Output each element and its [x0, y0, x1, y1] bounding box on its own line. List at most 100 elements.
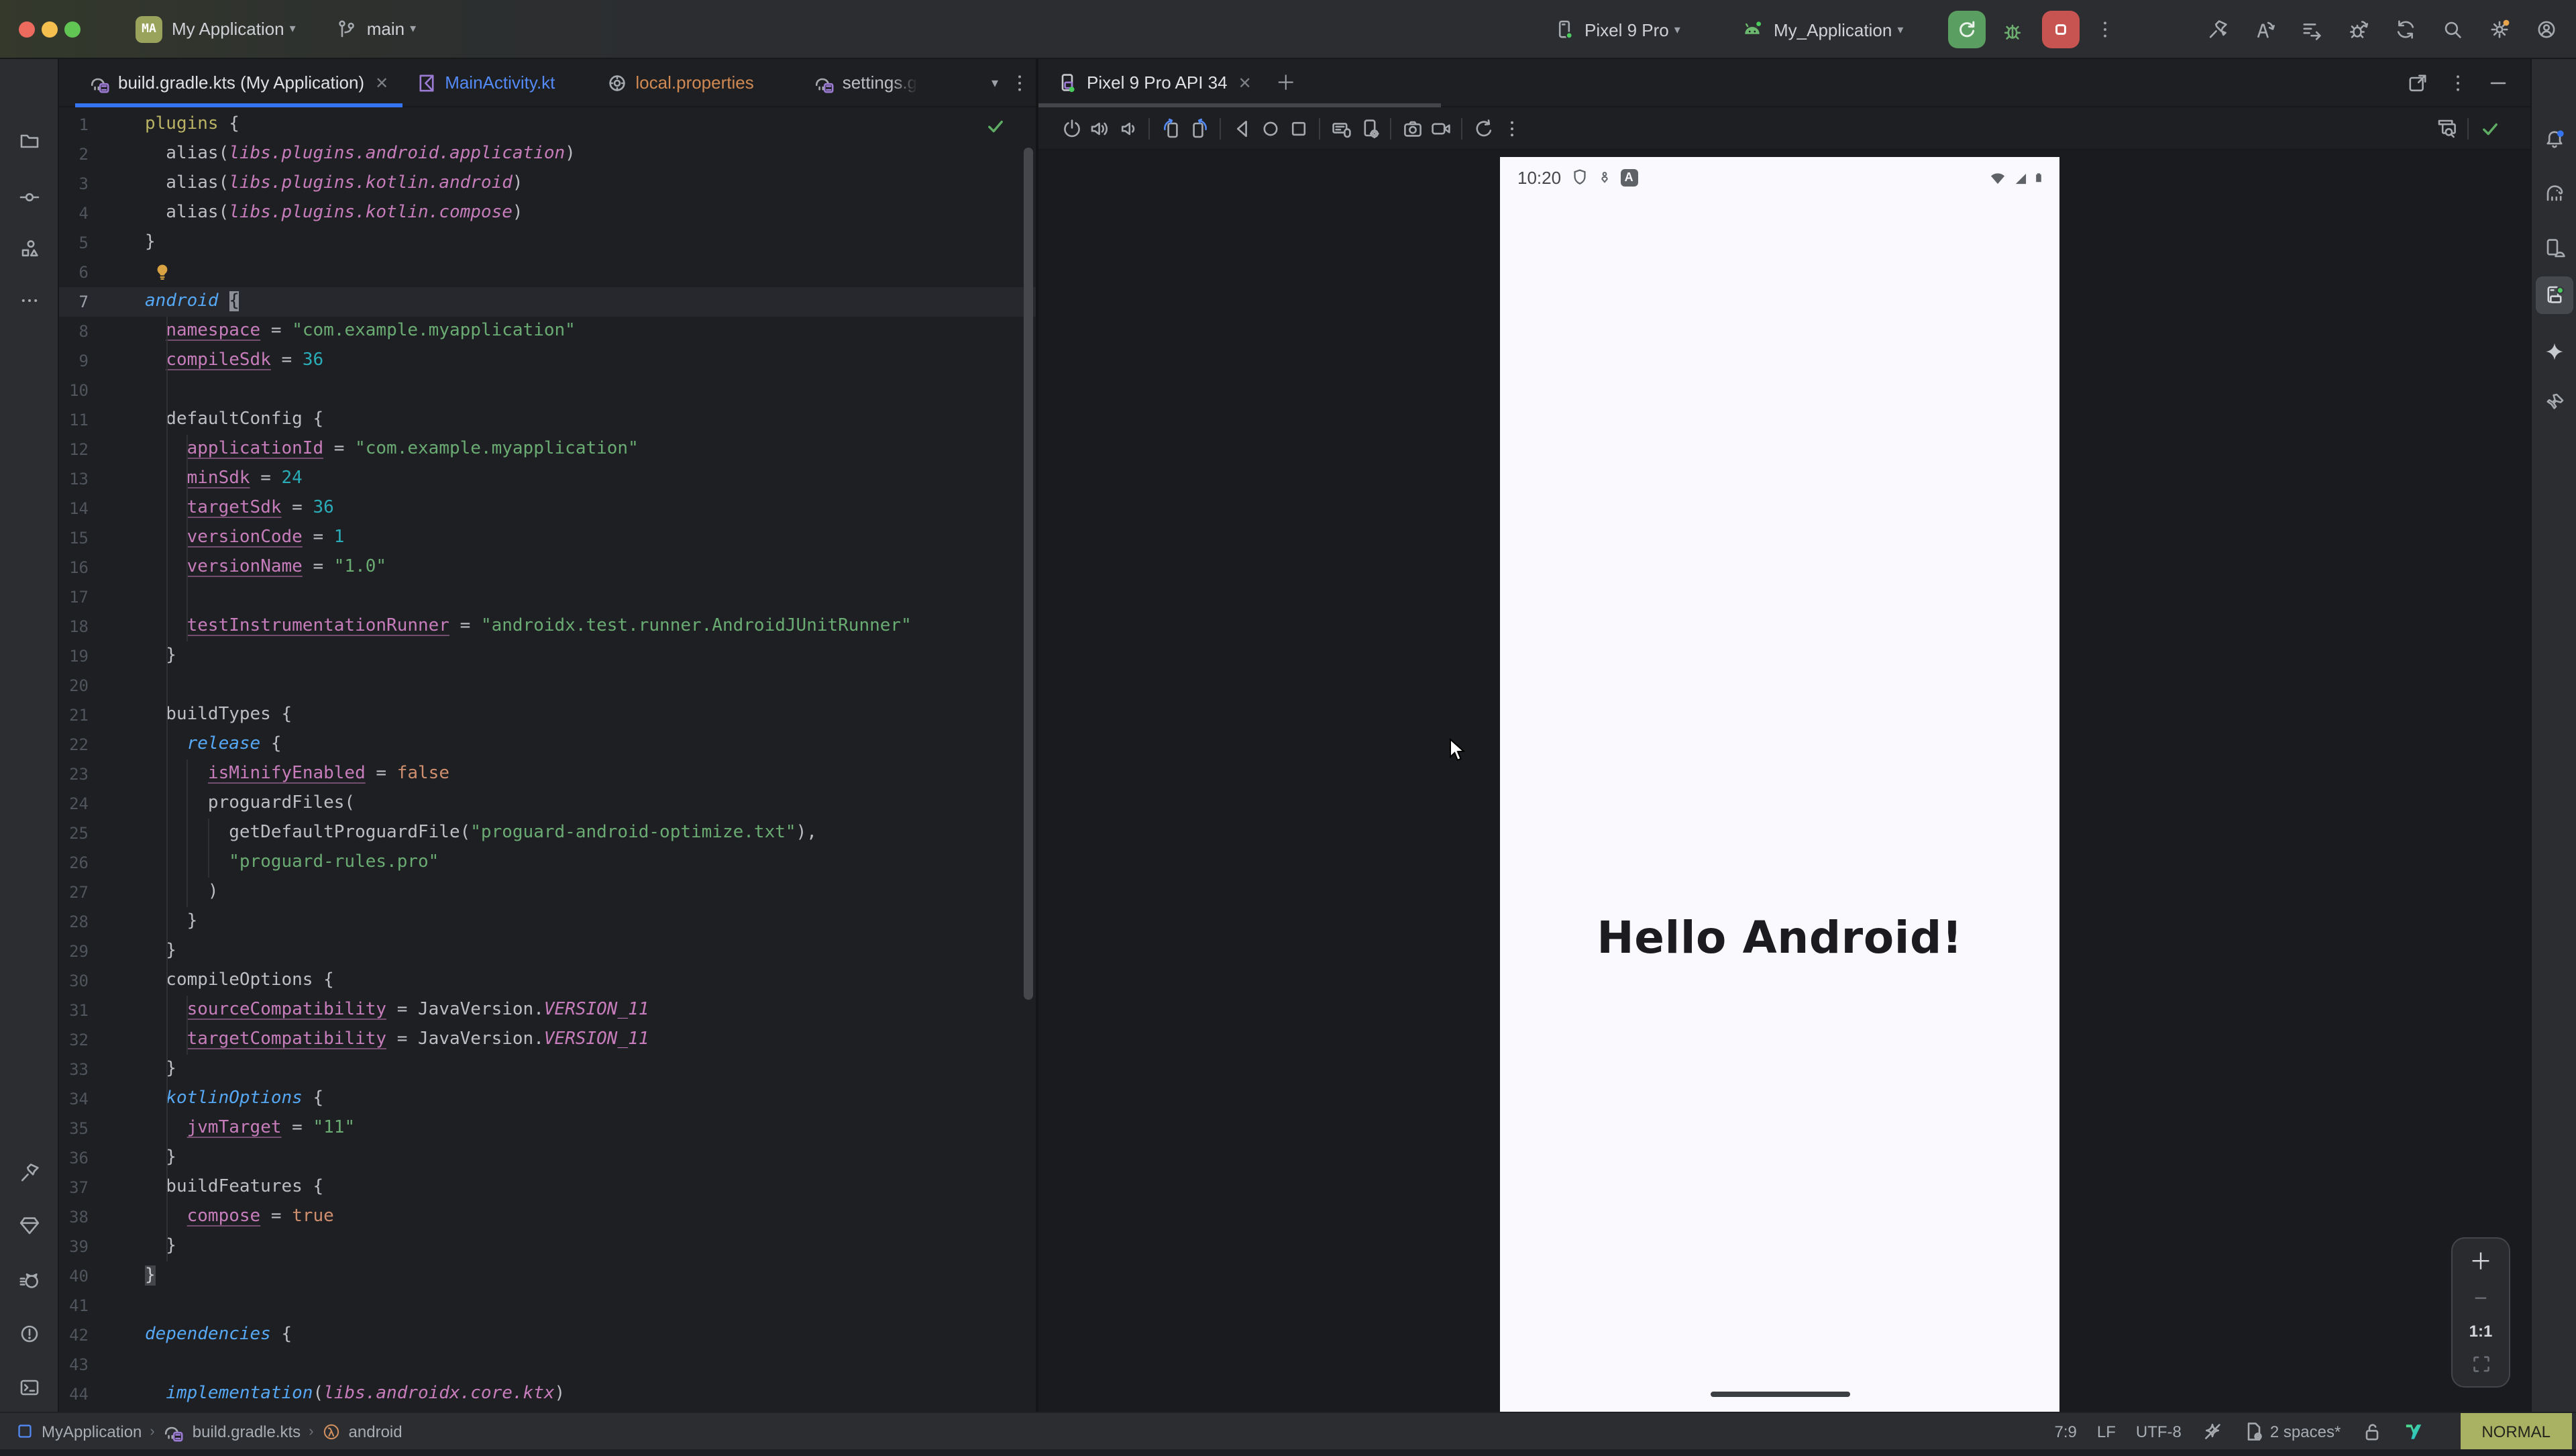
build-icon[interactable] [14, 1158, 44, 1188]
line-number[interactable]: 23 [59, 760, 89, 789]
close-window-button[interactable] [19, 21, 35, 37]
line-number[interactable]: 8 [59, 317, 89, 346]
open-in-new-window-icon[interactable] [2407, 72, 2428, 93]
unlocked-icon[interactable] [2361, 1420, 2382, 1442]
screenshot-icon[interactable] [1398, 113, 1426, 143]
line-number[interactable]: 12 [59, 435, 89, 464]
line-ending-widget[interactable]: LF [2097, 1422, 2116, 1441]
code-line[interactable]: 26 "proguard-rules.pro" [59, 848, 1036, 878]
device-screen[interactable]: 10:20 A Hello Android! [1500, 157, 2059, 1412]
line-number[interactable]: 24 [59, 789, 89, 819]
line-number[interactable]: 1 [59, 110, 89, 140]
line-number[interactable]: 36 [59, 1143, 89, 1173]
code-line[interactable]: 27 ) [59, 878, 1036, 907]
editor-scrollbar[interactable] [1024, 148, 1033, 1000]
line-number[interactable]: 30 [59, 966, 89, 996]
tab-settings-gradle[interactable]: settings.g [800, 59, 930, 106]
hide-panel-icon[interactable] [2487, 72, 2509, 93]
commit-icon[interactable] [14, 183, 44, 212]
device-selector[interactable]: Pixel 9 Pro ▾ [1554, 0, 1680, 59]
code-line[interactable]: 15 versionCode = 1 [59, 523, 1036, 553]
tab-build-gradle-kts[interactable]: build.gradle.kts (My Application) ✕ [75, 59, 402, 106]
logcat-icon[interactable] [14, 1265, 44, 1295]
code-editor[interactable]: 1plugins {2 alias(libs.plugins.android.a… [59, 107, 1036, 1412]
code-line[interactable]: 20 [59, 671, 1036, 700]
vim-mode-badge[interactable]: NORMAL [2460, 1413, 2572, 1449]
line-number[interactable]: 16 [59, 553, 89, 582]
code-line[interactable]: 11 defaultConfig { [59, 405, 1036, 435]
code-line[interactable]: 34 kotlinOptions { [59, 1084, 1036, 1114]
line-number[interactable]: 33 [59, 1055, 89, 1084]
encoding-widget[interactable]: UTF-8 [2136, 1422, 2182, 1441]
line-number[interactable]: 20 [59, 671, 89, 700]
show-hidden-tabs-icon[interactable]: ▾ [991, 76, 998, 91]
intention-bulb-icon[interactable] [153, 262, 172, 283]
line-number[interactable]: 4 [59, 199, 89, 228]
line-number[interactable]: 32 [59, 1025, 89, 1055]
code-line[interactable]: 33 } [59, 1055, 1036, 1084]
debug-button[interactable] [1999, 17, 2026, 44]
line-number[interactable]: 13 [59, 464, 89, 494]
run-configuration-selector[interactable]: My_Application ▾ [1740, 0, 1903, 59]
line-number[interactable]: 41 [59, 1291, 89, 1320]
line-number[interactable]: 5 [59, 228, 89, 258]
line-number[interactable]: 2 [59, 140, 89, 169]
code-line[interactable]: 35 jvmTarget = "11" [59, 1114, 1036, 1143]
code-line[interactable]: 30 compileOptions { [59, 966, 1036, 996]
code-line[interactable]: 28 } [59, 907, 1036, 937]
gemini-icon[interactable] [2539, 337, 2569, 366]
code-line[interactable]: 9 compileSdk = 36 [59, 346, 1036, 376]
code-line[interactable]: 21 buildTypes { [59, 700, 1036, 730]
line-number[interactable]: 19 [59, 641, 89, 671]
line-number[interactable]: 7 [59, 287, 89, 317]
code-line[interactable]: 19 } [59, 641, 1036, 671]
tab-mainactivity-kt[interactable]: MainActivity.kt [402, 59, 568, 106]
line-number[interactable]: 10 [59, 376, 89, 405]
device-manager-icon[interactable] [2539, 233, 2569, 263]
line-number[interactable]: 31 [59, 996, 89, 1025]
breadcrumb-file[interactable]: build.gradle.kts [193, 1422, 301, 1441]
code-line[interactable]: 8 namespace = "com.example.myapplication… [59, 317, 1036, 346]
line-number[interactable]: 17 [59, 582, 89, 612]
code-line[interactable]: 24 proguardFiles( [59, 789, 1036, 819]
tab-local-properties[interactable]: local.properties [592, 59, 767, 106]
line-number[interactable]: 25 [59, 819, 89, 848]
indent-widget[interactable]: 2 spaces* [2243, 1420, 2341, 1442]
line-number[interactable]: 22 [59, 730, 89, 760]
rotate-left-icon[interactable] [1157, 113, 1185, 143]
code-line[interactable]: 25 getDefaultProguardFile("proguard-andr… [59, 819, 1036, 848]
rerun-button[interactable] [1948, 11, 1986, 48]
gradle-icon[interactable] [2539, 178, 2569, 208]
code-line[interactable]: 31 sourceCompatibility = JavaVersion.VER… [59, 996, 1036, 1025]
sync-icon[interactable] [2395, 19, 2416, 40]
snippet-input-icon[interactable] [1327, 113, 1355, 143]
resource-manager-icon[interactable] [14, 233, 44, 263]
running-devices-icon[interactable] [2535, 276, 2573, 314]
code-line[interactable]: 38 compose = true [59, 1202, 1036, 1232]
line-number[interactable]: 6 [59, 258, 89, 287]
line-number[interactable]: 27 [59, 878, 89, 907]
code-line[interactable]: 23 isMinifyEnabled = false [59, 760, 1036, 789]
screen-record-icon[interactable] [1426, 113, 1454, 143]
fit-to-window-button[interactable] [2471, 1353, 2491, 1373]
line-number[interactable]: 26 [59, 848, 89, 878]
tab-pixel-9-pro-api-34[interactable]: Pixel 9 Pro API 34 ✕ [1044, 72, 1265, 93]
vcs-branch-widget[interactable]: main ▾ [336, 18, 416, 40]
plane-icon[interactable] [2539, 388, 2569, 417]
code-line[interactable]: 43 [59, 1350, 1036, 1380]
code-line[interactable]: 14 targetSdk = 36 [59, 494, 1036, 523]
zoom-reset-button[interactable]: 1:1 [2469, 1322, 2493, 1341]
rotate-right-icon[interactable] [1185, 113, 1213, 143]
line-number[interactable]: 3 [59, 169, 89, 199]
notifications-icon[interactable] [2539, 125, 2569, 154]
line-number[interactable]: 42 [59, 1320, 89, 1350]
line-number[interactable]: 14 [59, 494, 89, 523]
code-line[interactable]: 40} [59, 1261, 1036, 1291]
line-number[interactable]: 39 [59, 1232, 89, 1261]
restart-icon[interactable] [1469, 113, 1497, 143]
code-line[interactable]: 1plugins { [59, 110, 1036, 140]
line-number[interactable]: 34 [59, 1084, 89, 1114]
add-device-tab-button[interactable]: ＋ [1276, 68, 1296, 97]
layout-inspector-icon[interactable] [2432, 114, 2461, 144]
more-run-options-kebab[interactable] [2093, 17, 2117, 42]
